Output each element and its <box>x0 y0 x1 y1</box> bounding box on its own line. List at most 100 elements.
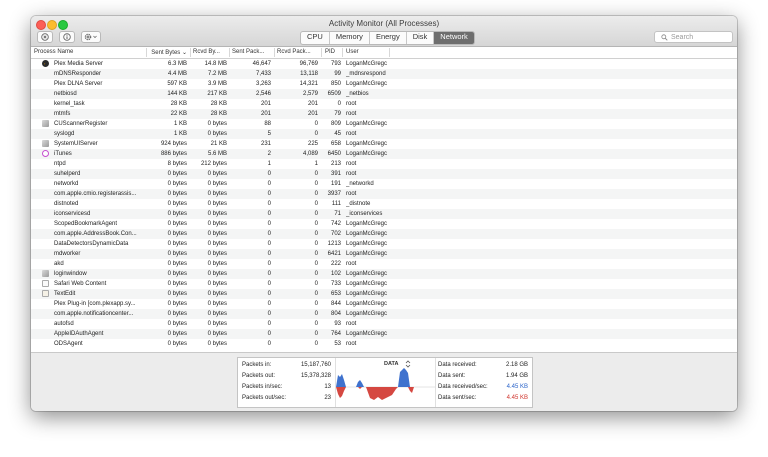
window-title: Activity Monitor (All Processes) <box>328 19 440 28</box>
rcvd-bytes-cell: 0 bytes <box>207 261 227 267</box>
tab-bar: CPU Memory Energy Disk Network <box>300 31 475 45</box>
activity-monitor-window: Activity Monitor (All Processes) CPU Mem… <box>31 16 737 411</box>
column-divider[interactable] <box>389 48 390 57</box>
sent-packets-cell: 231 <box>260 141 271 147</box>
rcvd-packets-cell: 0 <box>314 281 318 287</box>
pid-cell: 658 <box>330 141 341 147</box>
network-graph[interactable]: DATA <box>335 358 436 407</box>
table-row[interactable]: AppleIDAuthAgent 0 bytes 0 bytes 0 0 764 Logan… <box>31 329 737 339</box>
pid-cell: 222 <box>330 261 341 267</box>
table-row[interactable]: CUScannerRegister 1 KB 0 bytes 88 0 809 LoganM… <box>31 119 737 129</box>
table-row[interactable]: autofsd 0 bytes 0 bytes 0 0 93 root <box>31 319 737 329</box>
rcvd-bytes-cell: 0 bytes <box>207 201 227 207</box>
pid-cell: 3937 <box>327 191 341 197</box>
table-row[interactable]: ODSAgent 0 bytes 0 bytes 0 0 53 root <box>31 339 737 349</box>
table-row[interactable]: suhelperd 0 bytes 0 bytes 0 0 391 root <box>31 169 737 179</box>
table-row[interactable]: mDNSResponder 4.4 MB 7.2 MB 7,433 13,118 99 _m… <box>31 69 737 79</box>
tab-disk[interactable]: Disk <box>407 32 435 44</box>
tab-energy[interactable]: Energy <box>370 32 407 44</box>
column-divider[interactable] <box>229 48 230 57</box>
stop-process-button[interactable] <box>37 31 53 43</box>
table-row[interactable]: mdworker 0 bytes 0 bytes 0 0 6421 LoganMcGregc <box>31 249 737 259</box>
table-row[interactable]: SystemUIServer 924 bytes 21 KB 231 225 658 Log… <box>31 139 737 149</box>
table-row[interactable]: ntpd 8 bytes 212 bytes 1 1 213 root <box>31 159 737 169</box>
column-rcvd-bytes[interactable]: Rcvd By... <box>193 49 220 55</box>
table-row[interactable]: ScopedBookmarkAgent 0 bytes 0 bytes 0 0 742 Lo… <box>31 219 737 229</box>
table-row[interactable]: distnoted 0 bytes 0 bytes 0 0 111 _distnote <box>31 199 737 209</box>
table-row[interactable]: com.apple.AddressBook.Con... 0 bytes 0 byt… <box>31 229 737 239</box>
table-row[interactable]: netbiosd 144 KB 217 KB 2,546 2,579 6509 _netbi… <box>31 89 737 99</box>
table-row[interactable]: networkd 0 bytes 0 bytes 0 0 191 _networkd <box>31 179 737 189</box>
app-icon <box>42 270 49 277</box>
rcvd-packets-cell: 2,579 <box>302 91 318 97</box>
process-name-cell: mtmfs <box>54 111 71 117</box>
plex-icon: › <box>42 60 49 67</box>
process-table: › Plex Media Server 6.3 MB 14.8 MB 46,647 96,… <box>31 59 737 363</box>
column-rcvd-packets[interactable]: Rcvd Pack... <box>277 49 311 55</box>
user-cell: root <box>346 111 357 117</box>
tab-memory[interactable]: Memory <box>330 32 370 44</box>
rcvd-bytes-cell: 5.6 MB <box>207 151 227 157</box>
user-cell: root <box>346 101 357 107</box>
table-row[interactable]: com.apple.cmio.registerassis... 0 bytes 0 … <box>31 189 737 199</box>
pid-cell: 391 <box>330 171 341 177</box>
app-icon <box>42 120 49 127</box>
process-name-cell: ScopedBookmarkAgent <box>54 221 118 227</box>
pid-cell: 6421 <box>327 251 341 257</box>
table-row[interactable]: loginwindow 0 bytes 0 bytes 0 0 102 LoganMcGre… <box>31 269 737 279</box>
table-row[interactable]: akd 0 bytes 0 bytes 0 0 222 root <box>31 259 737 269</box>
inspect-process-button[interactable] <box>59 31 75 43</box>
table-row[interactable]: syslogd 1 KB 0 bytes 5 0 45 root <box>31 129 737 139</box>
sent-packets-cell: 0 <box>267 221 271 227</box>
rcvd-packets-cell: 0 <box>314 131 318 137</box>
table-row[interactable]: Plex DLNA Server 597 KB 3.9 MB 3,263 14,321 8… <box>31 79 737 89</box>
tab-network[interactable]: Network <box>434 32 474 44</box>
table-row[interactable]: iconservicesd 0 bytes 0 bytes 0 0 71 _iconserv… <box>31 209 737 219</box>
view-options-button[interactable] <box>81 31 101 43</box>
table-row[interactable]: › Plex Media Server 6.3 MB 14.8 MB 46,647 96,… <box>31 59 737 69</box>
rcvd-bytes-cell: 217 KB <box>207 91 227 97</box>
pid-cell: 1213 <box>327 241 341 247</box>
search-icon <box>661 34 668 41</box>
search-placeholder: Search <box>671 33 694 41</box>
column-divider[interactable] <box>274 48 275 57</box>
column-user[interactable]: User <box>346 49 359 55</box>
table-row[interactable]: DataDetectorsDynamicData 0 bytes 0 bytes 0 0… <box>31 239 737 249</box>
column-divider[interactable] <box>321 48 322 57</box>
table-row[interactable]: Safari Web Content 0 bytes 0 bytes 0 0 733 Log… <box>31 279 737 289</box>
table-row[interactable]: com.apple.notificationcenter... 0 bytes 0 … <box>31 309 737 319</box>
table-row[interactable]: iTunes 886 bytes 5.6 MB 2 4,089 6450 LoganMcGr… <box>31 149 737 159</box>
column-pid[interactable]: PID <box>325 49 335 55</box>
table-row[interactable]: mtmfs 22 KB 28 KB 201 201 79 root <box>31 109 737 119</box>
user-cell: LoganMcGregc <box>346 311 388 317</box>
packet-stat-value: 15,378,328 <box>300 373 331 379</box>
sent-data-area <box>336 387 435 400</box>
tab-cpu[interactable]: CPU <box>301 32 330 44</box>
process-name-cell: CUScannerRegister <box>54 121 108 127</box>
column-divider[interactable] <box>190 48 191 57</box>
column-process-name[interactable]: Process Name <box>34 49 73 55</box>
table-row[interactable]: TextEdit 0 bytes 0 bytes 0 0 653 LoganMcGregc <box>31 289 737 299</box>
sent-bytes-cell: 0 bytes <box>167 311 187 317</box>
sent-packets-cell: 0 <box>267 291 271 297</box>
user-cell: _netbios <box>346 91 369 97</box>
user-cell: root <box>346 261 357 267</box>
sent-packets-cell: 0 <box>267 251 271 257</box>
table-row[interactable]: kernel_task 28 KB 28 KB 201 201 0 root <box>31 99 737 109</box>
sent-bytes-cell: 597 KB <box>167 81 187 87</box>
sent-packets-cell: 1 <box>267 161 271 167</box>
doc-icon <box>42 280 49 287</box>
column-sent-packets[interactable]: Sent Pack... <box>232 49 264 55</box>
rcvd-packets-cell: 0 <box>314 191 318 197</box>
column-divider[interactable] <box>146 48 147 57</box>
rcvd-bytes-cell: 0 bytes <box>207 331 227 337</box>
column-sent-bytes[interactable]: Sent Bytes ⌄ <box>149 49 187 56</box>
itunes-icon <box>42 150 49 157</box>
pid-cell: 6450 <box>327 151 341 157</box>
sent-bytes-cell: 0 bytes <box>167 261 187 267</box>
search-field[interactable]: Search <box>654 31 733 43</box>
user-cell: LoganMcGregc <box>346 231 388 237</box>
column-divider[interactable] <box>342 48 343 57</box>
pid-cell: 793 <box>330 61 341 67</box>
table-row[interactable]: Plex Plug-in [com.plexapp.sy... 0 bytes 0 … <box>31 299 737 309</box>
